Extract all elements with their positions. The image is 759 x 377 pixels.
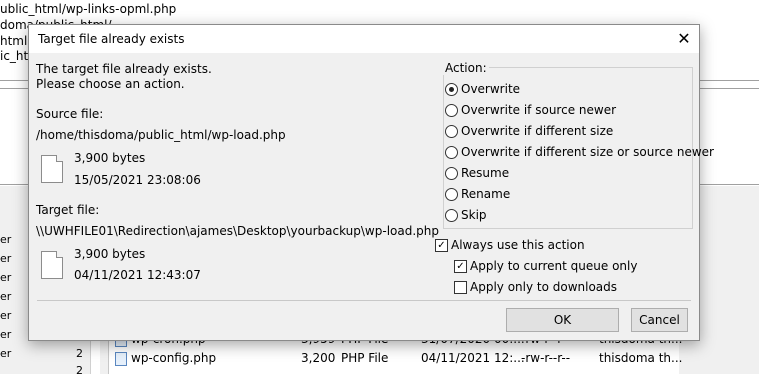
background-path-line: html [0, 34, 28, 48]
file-modified: 04/11/2021 12:... [421, 351, 525, 365]
file-row[interactable]: wp-config.php 3,200 PHP File 04/11/2021 … [109, 349, 683, 367]
php-file-icon [115, 352, 127, 366]
source-file-label: Source file: [36, 107, 104, 121]
background-tree-item: er [0, 290, 12, 303]
source-file-path: /home/thisdoma/public_html/wp-load.php [36, 128, 286, 142]
close-icon[interactable]: ✕ [669, 25, 699, 53]
checkbox-label: Always use this action [451, 238, 585, 252]
radio-label: Resume [461, 166, 510, 180]
checkbox-label: Apply only to downloads [470, 280, 618, 294]
background-tree-item: er [0, 271, 12, 284]
target-file-icon [41, 251, 63, 279]
file-name: wp-config.php [131, 351, 217, 365]
message-line: Please choose an action. [36, 77, 185, 91]
background-path-line: ublic_html/wp-links-opml.php [0, 2, 177, 16]
file-exists-dialog: Target file already exists ✕ The target … [28, 24, 714, 341]
message-line: The target file already exists. [36, 62, 212, 76]
background-tree-item: er [0, 309, 12, 322]
ok-button[interactable]: OK [506, 308, 619, 332]
radio-button-selected[interactable] [445, 83, 458, 96]
empty-checkbox[interactable] [454, 281, 467, 294]
file-size: 3,200 [301, 351, 336, 365]
radio-button[interactable] [445, 125, 458, 138]
target-file-date: 04/11/2021 12:43:07 [74, 268, 201, 282]
dialog-titlebar[interactable]: Target file already exists ✕ [29, 25, 699, 53]
dialog-title: Target file already exists [38, 32, 185, 46]
source-file-size: 3,900 bytes [74, 151, 146, 165]
radio-label: Overwrite if source newer [461, 103, 617, 117]
source-file-date: 15/05/2021 23:08:06 [74, 173, 201, 187]
target-file-label: Target file: [36, 203, 100, 217]
background-tree-count: 2 [76, 347, 83, 360]
background-tree-item: er [0, 252, 12, 265]
radio-label: Skip [461, 208, 487, 222]
checkmark-icon[interactable]: ✓ [454, 260, 467, 273]
background-tree-item: er [0, 347, 12, 360]
background-tree-count: 2 [76, 364, 83, 377]
file-permissions: -rw-r--r-- [521, 351, 571, 365]
radio-label: Overwrite [461, 82, 521, 96]
background-tree-item: er [0, 328, 12, 341]
checkmark-icon[interactable]: ✓ [435, 239, 448, 252]
radio-button[interactable] [445, 209, 458, 222]
radio-button[interactable] [445, 188, 458, 201]
target-file-path: \\UWHFILE01\Redirection\ajames\Desktop\y… [36, 224, 439, 238]
file-type: PHP File [341, 351, 389, 365]
radio-button[interactable] [445, 146, 458, 159]
cancel-button[interactable]: Cancel [631, 308, 688, 332]
source-file-icon [41, 155, 63, 183]
checkbox-label: Apply to current queue only [470, 259, 638, 273]
file-owner: thisdoma th... [599, 351, 683, 365]
radio-label: Overwrite if different size [461, 124, 614, 138]
action-label: Action: [443, 61, 489, 75]
radio-label: Rename [461, 187, 511, 201]
radio-label: Overwrite if different size or source ne… [461, 145, 714, 159]
radio-button[interactable] [445, 167, 458, 180]
background-tree-item: er [0, 233, 12, 246]
dialog-separator [37, 300, 691, 301]
target-file-size: 3,900 bytes [74, 247, 146, 261]
radio-button[interactable] [445, 104, 458, 117]
